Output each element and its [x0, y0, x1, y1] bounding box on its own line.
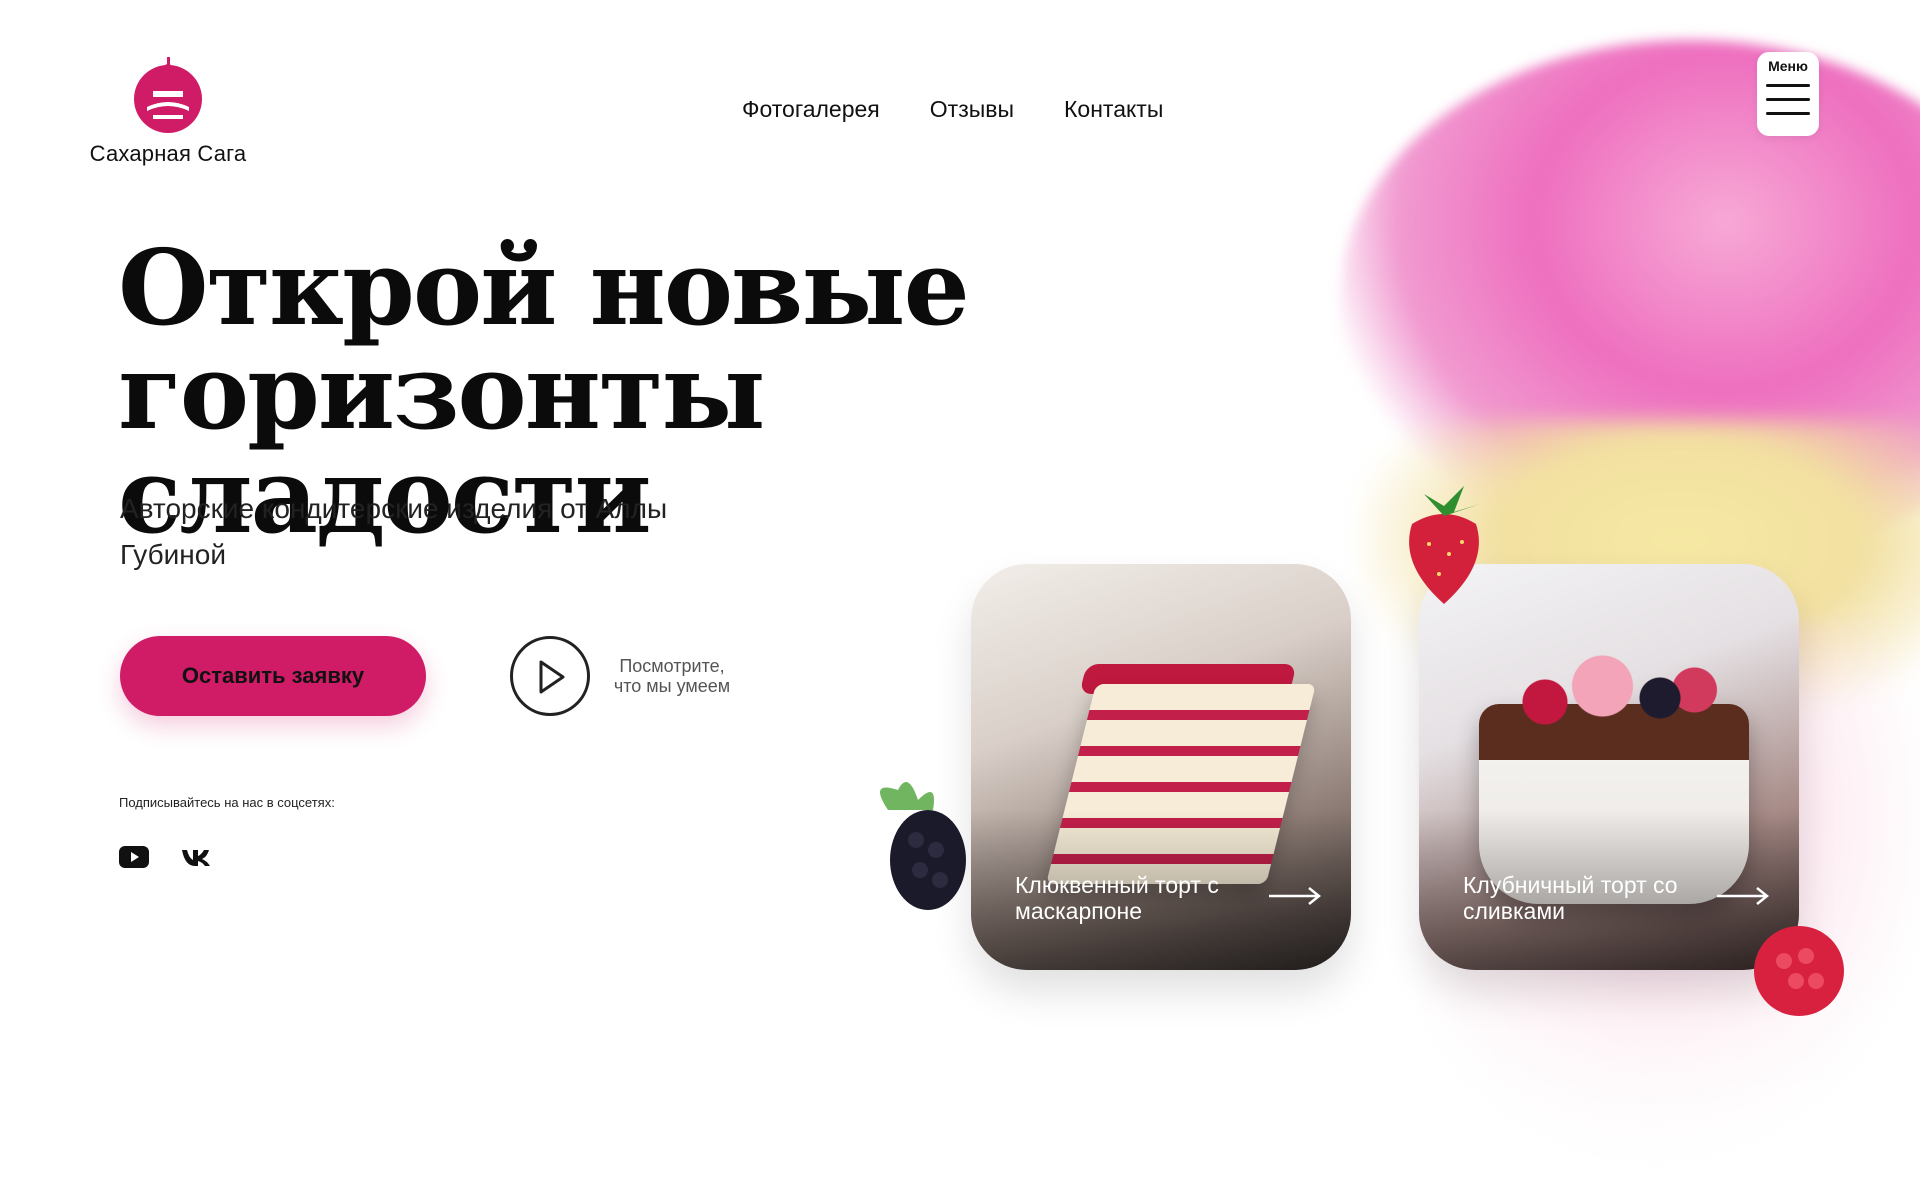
- leave-request-button[interactable]: Оставить заявку: [120, 636, 426, 716]
- vk-icon[interactable]: [181, 848, 213, 870]
- raspberry-decoration: [1754, 926, 1844, 1016]
- nav-item-contacts[interactable]: Контакты: [1064, 96, 1163, 123]
- video-caption-line-2: что мы умеем: [613, 676, 731, 696]
- card-title: Клюквенный торт с маскарпоне: [1015, 872, 1219, 924]
- menu-button[interactable]: Меню: [1757, 52, 1819, 136]
- product-card-strawberry[interactable]: Клубничный торт со сливками: [1419, 564, 1799, 970]
- logo-cake-icon: [123, 55, 213, 135]
- hero-subtitle-line-2: Губиной: [120, 539, 226, 570]
- blackberry-decoration: [880, 782, 966, 910]
- menu-label: Меню: [1768, 58, 1808, 74]
- play-video-button[interactable]: [510, 636, 590, 716]
- play-icon: [539, 660, 565, 694]
- product-card-cranberry[interactable]: Клюквенный торт с маскарпоне: [971, 564, 1351, 970]
- strawberry-decoration: [1409, 486, 1480, 604]
- social-links: [119, 846, 213, 872]
- cake-berries: [1499, 654, 1729, 734]
- brand-name: Сахарная Сага: [89, 141, 247, 166]
- hero-subtitle-line-1: Авторские кондитерские изделия от Аллы: [120, 493, 668, 524]
- video-caption-line-1: Посмотрите,: [619, 656, 725, 676]
- hamburger-icon: [1766, 84, 1810, 115]
- arrow-right-icon[interactable]: [1267, 886, 1323, 906]
- hero-subtitle: Авторские кондитерские изделия от Аллы Г…: [120, 486, 760, 578]
- video-caption[interactable]: Посмотрите, что мы умеем: [602, 656, 742, 696]
- brand-logo[interactable]: Сахарная Сага: [73, 55, 263, 167]
- main-nav: Фотогалерея Отзывы Контакты: [742, 96, 1163, 123]
- card-title: Клубничный торт со сливками: [1463, 872, 1678, 924]
- nav-item-reviews[interactable]: Отзывы: [930, 96, 1014, 123]
- arrow-right-icon[interactable]: [1715, 886, 1771, 906]
- social-label: Подписывайтесь на нас в соцсетях:: [119, 795, 335, 810]
- nav-item-gallery[interactable]: Фотогалерея: [742, 96, 880, 123]
- background-fade: [0, 940, 1920, 1200]
- youtube-icon[interactable]: [119, 846, 149, 872]
